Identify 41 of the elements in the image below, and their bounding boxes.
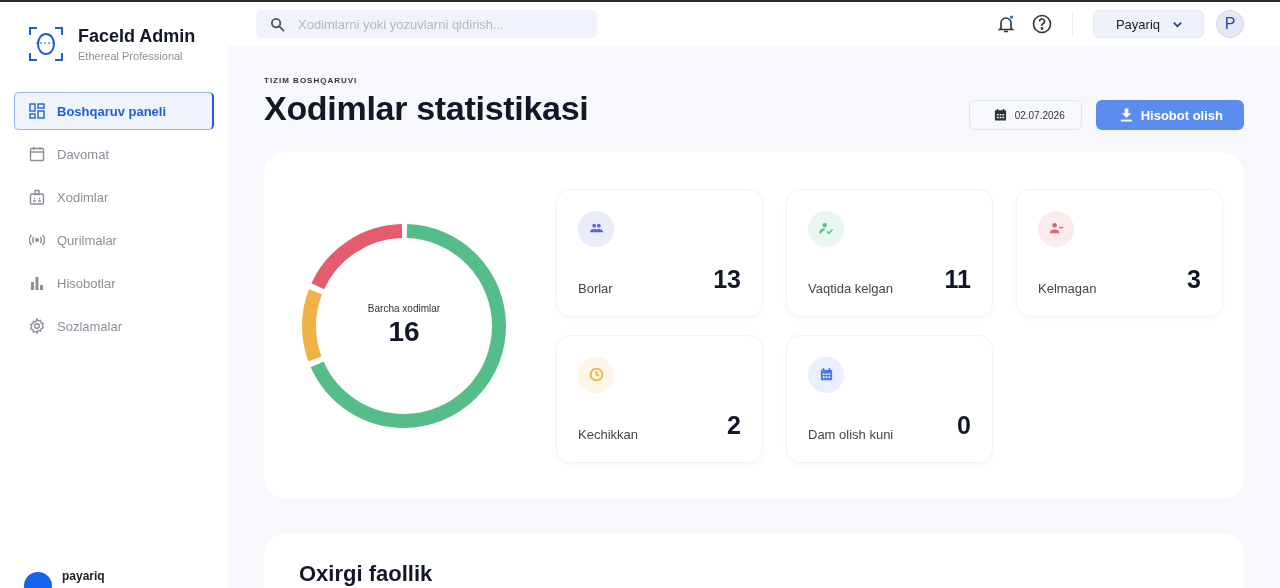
donut-label: Barcha xodimlar: [367, 303, 441, 314]
stat-value: 0: [957, 412, 971, 438]
stat-label: Borlar: [578, 280, 613, 296]
sidebar-item[interactable]: Sozlamalar: [14, 307, 214, 345]
sidebar-item[interactable]: Davomat: [14, 135, 214, 173]
stat-label: Kechikkan: [578, 426, 638, 442]
activity-title: Oxirgi faollik: [299, 561, 434, 587]
search-icon: [270, 17, 285, 32]
stat-value: 11: [944, 266, 971, 292]
report-button[interactable]: Hisobot olish: [1095, 100, 1244, 130]
stat-label: Vaqtida kelgan: [808, 280, 894, 296]
sidebar-item[interactable]: Xodimlar: [14, 178, 214, 216]
page-eyebrow: TIZIM BOSHQARUVI: [264, 76, 359, 85]
profile-avatar[interactable]: P: [1216, 10, 1244, 38]
stat-value: 13: [713, 266, 741, 292]
organization-dropdown[interactable]: Payariq: [1092, 10, 1204, 38]
signal-icon: [29, 232, 45, 248]
calendar-icon: [29, 146, 45, 162]
help-icon[interactable]: [1031, 14, 1052, 34]
stat-value: 2: [727, 412, 741, 438]
face-scan-icon: [28, 26, 64, 62]
brand-title: FaceId Admin: [78, 26, 196, 47]
date-picker[interactable]: 02.07.2026: [968, 100, 1082, 130]
page-title: Xodimlar statistikasi: [264, 89, 589, 128]
stat-label: Dam olish kuni: [808, 426, 894, 442]
grid-icon: [29, 103, 45, 119]
sidebar-item[interactable]: Boshqaruv paneli: [14, 92, 214, 130]
sidebar-item[interactable]: Hisobotlar: [14, 264, 214, 302]
bar-chart-icon: [29, 275, 45, 291]
calendar-icon: [993, 108, 1007, 122]
stat-value: 3: [1187, 266, 1201, 292]
bell-icon[interactable]: [995, 14, 1016, 34]
settings-icon: [29, 318, 45, 334]
donut-total: 16: [388, 316, 420, 348]
search-field[interactable]: Xodimlarni yoki yozuvlarni qidirish...: [256, 10, 597, 38]
stat-label: Kelmagan: [1038, 280, 1097, 296]
brand-subtitle: Ethereal Professional: [78, 50, 184, 62]
download-icon: [1119, 108, 1133, 122]
user-name: payariq: [62, 570, 105, 582]
sidebar-item[interactable]: Qurilmalar: [14, 221, 214, 259]
id-badge-icon: [29, 189, 45, 205]
